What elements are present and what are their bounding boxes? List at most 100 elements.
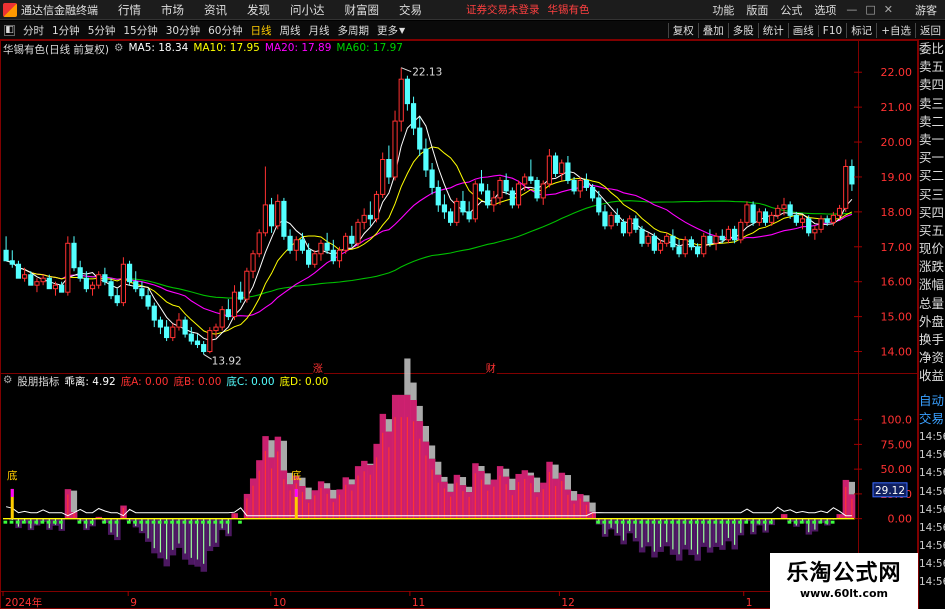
osc-zero-marker	[670, 520, 674, 524]
osc-shadow	[410, 382, 417, 401]
menu-options[interactable]: 选项	[814, 2, 836, 18]
candle-body	[250, 253, 256, 272]
candle-body	[170, 326, 176, 339]
osc-zero-marker	[627, 520, 631, 524]
login-status[interactable]: 证券交易未登录	[466, 2, 540, 17]
tab-15min[interactable]: 15分钟	[123, 23, 157, 38]
mark-button[interactable]: 标记	[846, 23, 876, 38]
osc-zero-marker	[207, 520, 211, 524]
adjust-button[interactable]: 复权	[667, 23, 698, 38]
tab-daily[interactable]: 日线	[251, 23, 272, 38]
menu-ask[interactable]: 问小达	[290, 2, 325, 18]
tab-multi-period[interactable]: 多周期	[338, 23, 370, 38]
auto-trade-label[interactable]: 交易	[919, 410, 945, 428]
tab-60min[interactable]: 60分钟	[208, 23, 242, 38]
candle-body	[843, 165, 849, 209]
candle-body	[478, 183, 485, 192]
draw-button[interactable]: 画线	[787, 23, 818, 38]
osc-zero-marker	[664, 520, 668, 524]
menu-market[interactable]: 市场	[161, 2, 184, 18]
price-tick-label: 19.00	[881, 171, 913, 184]
tab-5min[interactable]: 5分钟	[88, 23, 116, 38]
tab-intraday[interactable]: 分时	[23, 23, 44, 38]
osc-zero-marker	[818, 520, 823, 524]
candle-body	[244, 270, 250, 300]
osc-zero-marker	[34, 520, 39, 524]
tab-monthly[interactable]: 月线	[309, 23, 330, 38]
more-dropdown-icon[interactable]: ▼	[399, 26, 405, 35]
multi-stock-button[interactable]: 多股	[727, 23, 758, 38]
stats-button[interactable]: 统计	[757, 23, 788, 38]
tab-1min[interactable]: 1分钟	[52, 23, 80, 38]
stock-title[interactable]: 华锡有色(日线 前复权)	[3, 42, 109, 57]
osc-shadow	[533, 477, 541, 493]
tab-more[interactable]: 更多	[377, 23, 398, 38]
candle-body	[559, 162, 565, 174]
tab-30min[interactable]: 30分钟	[166, 23, 200, 38]
menu-layout[interactable]: 版面	[746, 2, 768, 18]
menu-discover[interactable]: 发现	[247, 2, 270, 18]
settings-icon[interactable]: ⚙	[114, 42, 123, 57]
quote-side-panel: 委比 卖五 卖四 卖三 卖二 卖一 买一 买二 买三 买四 买五 现价 涨跌 涨幅 总量 外盘 换手 净资 收益 自…	[918, 40, 945, 609]
osc-zero-marker	[22, 520, 26, 524]
menu-quotes[interactable]: 行情	[118, 2, 141, 18]
menu-function[interactable]: 功能	[712, 2, 734, 18]
candle-body	[515, 183, 522, 206]
candle-body	[756, 211, 762, 223]
osc-zero-marker	[182, 520, 187, 524]
settings-icon[interactable]: ⚙	[3, 374, 12, 389]
candle-body	[77, 267, 83, 279]
menu-wealth[interactable]: 财富圈	[345, 2, 380, 18]
candle-body	[120, 263, 126, 304]
guest-label[interactable]: 游客	[915, 2, 937, 18]
back-button[interactable]: 返回	[915, 23, 945, 38]
tab-weekly[interactable]: 周线	[280, 23, 301, 38]
osc-shadow	[466, 486, 473, 493]
tick-time: 14:56	[919, 540, 945, 553]
add-watchlist-button[interactable]: +自选	[876, 23, 915, 38]
candle-body	[423, 148, 429, 171]
candle-body	[114, 295, 120, 304]
side-quote-label: 现价	[919, 241, 945, 257]
candle-body	[65, 242, 71, 293]
tick-time: 14:56	[919, 576, 945, 589]
candle-body	[719, 235, 725, 241]
candle-body	[441, 204, 448, 213]
osc-zero-marker	[830, 520, 835, 524]
candle-body	[22, 274, 28, 279]
collapse-icon[interactable]: ◧	[4, 24, 15, 36]
menu-news[interactable]: 资讯	[204, 2, 227, 18]
candle-body	[343, 235, 349, 251]
osc-zero-marker	[9, 520, 14, 524]
kline-chart[interactable]: 底底底底底 22.0021.0020.0019.0018.0017.0016.0…	[0, 40, 918, 609]
osc-zero-marker	[694, 520, 699, 524]
ma20-line	[5, 174, 853, 317]
candle-body	[732, 228, 738, 241]
side-quote-label: 换手	[919, 332, 945, 347]
candle-body	[194, 340, 201, 346]
candle-body	[799, 218, 806, 223]
osc-shadow	[348, 479, 355, 485]
osc-zero-marker	[157, 520, 162, 524]
indicator-name[interactable]: 股朋指标	[17, 374, 59, 389]
watermark-title: 乐淘公式网	[786, 561, 902, 586]
menu-formula[interactable]: 公式	[780, 2, 802, 18]
maximize-icon[interactable]: □	[865, 3, 875, 16]
overlay-button[interactable]: 叠加	[697, 23, 728, 38]
price-tick-label: 18.00	[881, 206, 913, 219]
osc-shadow	[484, 473, 491, 485]
di-signal-label: 底	[291, 469, 302, 482]
candle-body	[3, 249, 9, 262]
minimize-icon[interactable]: —	[846, 3, 857, 16]
auto-trade-label[interactable]: 自动	[919, 392, 945, 410]
candle-body	[818, 218, 824, 230]
osc-zero-marker	[719, 520, 724, 524]
candle-body	[577, 179, 583, 192]
candle-body	[645, 235, 651, 244]
candle-body	[373, 193, 380, 220]
f10-button[interactable]: F10	[817, 24, 846, 37]
close-icon[interactable]: ✕	[884, 3, 893, 16]
osc-zero-marker	[219, 520, 224, 524]
menu-trade[interactable]: 交易	[399, 2, 422, 18]
candle-body	[713, 235, 719, 244]
